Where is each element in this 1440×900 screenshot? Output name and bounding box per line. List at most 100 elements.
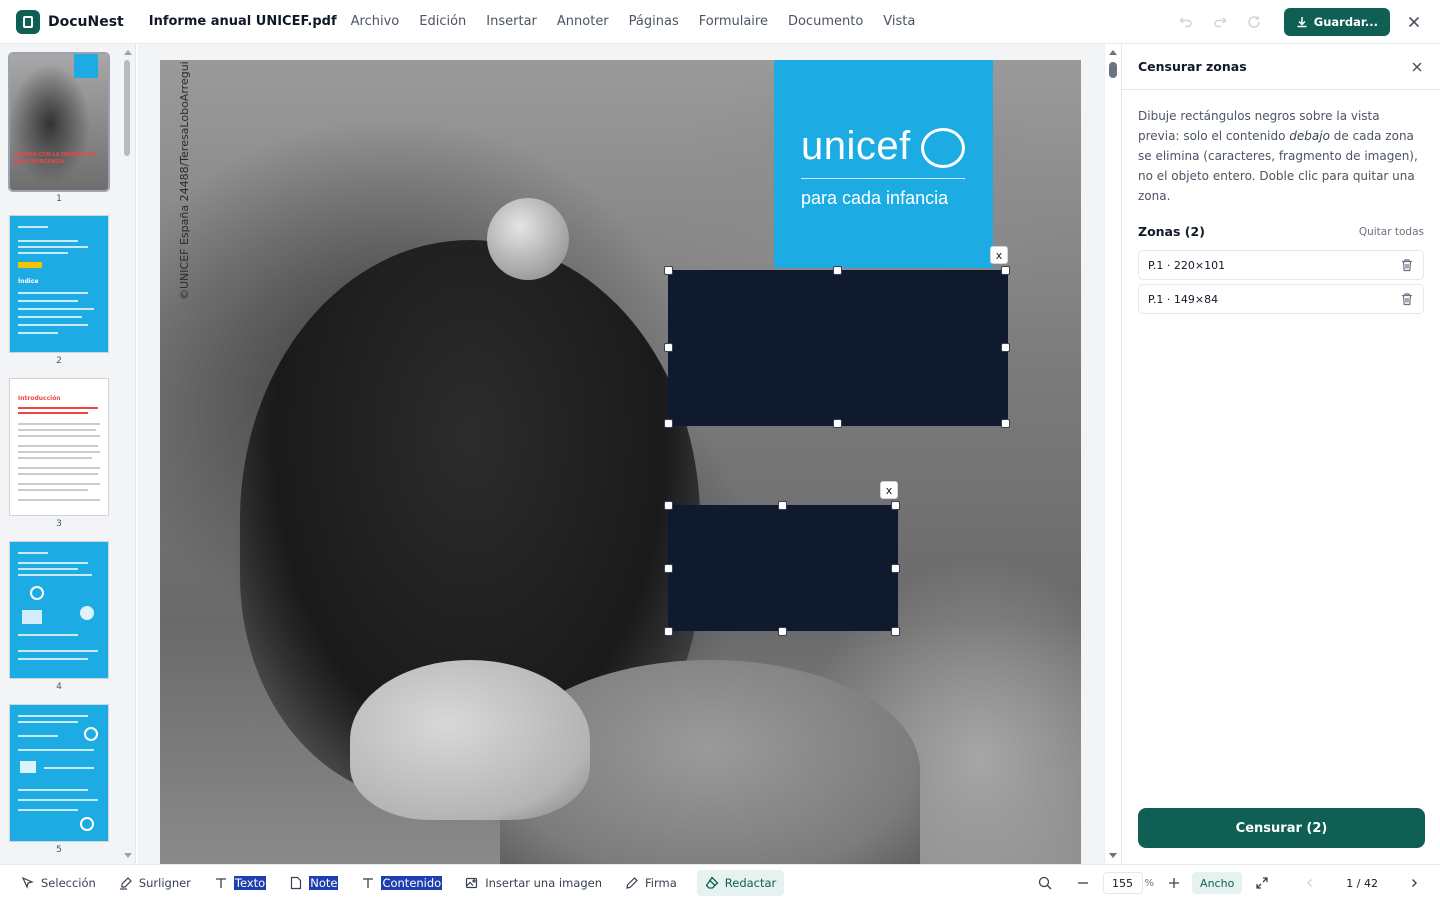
menu-insertar[interactable]: Insertar [486, 14, 537, 29]
menu-formulaire[interactable]: Formulaire [699, 14, 768, 29]
chevron-left-icon[interactable] [1302, 875, 1318, 891]
scrollbar-thumb[interactable] [124, 60, 130, 156]
censor-button[interactable]: Censurar (2) [1138, 808, 1425, 848]
resize-handle[interactable] [664, 501, 673, 510]
resize-handle[interactable] [891, 501, 900, 510]
document-icon [16, 9, 40, 34]
remove-all-link[interactable]: Quitar todas [1359, 226, 1424, 238]
resize-handle[interactable] [1001, 343, 1010, 352]
trash-icon[interactable] [1400, 292, 1414, 306]
close-icon[interactable] [1406, 14, 1422, 30]
zone-list-item[interactable]: P.1 · 149×84 [1138, 284, 1424, 314]
zoom-out-icon[interactable] [1075, 875, 1091, 891]
zone-list-item[interactable]: P.1 · 220×101 [1138, 250, 1424, 280]
menu-paginas[interactable]: Páginas [629, 14, 679, 29]
resize-handle[interactable] [664, 564, 673, 573]
scroll-down-icon[interactable] [1109, 853, 1117, 858]
page-indicator: 1 / 42 [1346, 876, 1378, 890]
resize-handle[interactable] [778, 627, 787, 636]
menu-edicion[interactable]: Edición [419, 14, 466, 29]
thumbnail-page-3[interactable]: Introducción 3 [10, 379, 108, 529]
chevron-right-icon[interactable] [1406, 875, 1422, 891]
thumbnail-number: 1 [56, 194, 62, 204]
thumbnail-page-4[interactable]: 4 [10, 542, 108, 692]
resize-handle[interactable] [891, 564, 900, 573]
eraser-icon [705, 875, 719, 889]
redo-icon[interactable] [1212, 14, 1228, 30]
redact-tool[interactable]: Redactar [696, 869, 785, 896]
thumbnail-page-2[interactable]: Índice 2 [10, 216, 108, 366]
thumbnail-page-1[interactable]: CONTAR CON LA INFANCIA ES UNA EMERGENCIA… [10, 54, 108, 204]
scroll-down-icon[interactable] [124, 853, 132, 858]
refresh-icon[interactable] [1246, 14, 1262, 30]
download-icon [1297, 17, 1307, 28]
thumb-cover-text: CONTAR CON LA INFANCIA ES UNA EMERGENCIA [14, 152, 97, 165]
zoom-in-icon[interactable] [1166, 875, 1182, 891]
expand-icon[interactable] [1254, 875, 1270, 891]
scroll-up-icon[interactable] [124, 50, 132, 55]
unicef-emblem-icon [921, 128, 965, 168]
thumb-heading: Índice [18, 278, 39, 285]
redaction-zone-1[interactable] [668, 270, 1008, 426]
thumbnail-number: 2 [56, 356, 62, 366]
text-tool[interactable]: Texto [211, 870, 269, 896]
thumbnail-scrollbar[interactable] [121, 44, 133, 864]
resize-handle[interactable] [833, 266, 842, 275]
zoom-controls: 155 % Ancho 1 / 42 [1037, 865, 1440, 900]
document-canvas[interactable]: ©UNICEF España 24488/TeresaLoboArregui u… [137, 44, 1120, 864]
resize-handle[interactable] [664, 627, 673, 636]
remove-zone-button[interactable]: x [990, 246, 1008, 264]
menu-documento[interactable]: Documento [788, 14, 863, 29]
tool-label: Firma [645, 875, 677, 890]
thumbnail-page-5[interactable]: 5 [10, 705, 108, 855]
close-icon[interactable] [1410, 60, 1424, 74]
selection-tool[interactable]: Selección [18, 870, 99, 896]
tool-label: Redactar [724, 875, 777, 890]
resize-handle[interactable] [664, 343, 673, 352]
resize-handle[interactable] [1001, 266, 1010, 275]
tool-label: Insertar una imagen [485, 875, 603, 890]
resize-handle[interactable] [833, 419, 842, 428]
top-bar: DocuNest Informe anual UNICEF.pdf Archiv… [0, 0, 1440, 44]
canvas-scrollbar[interactable] [1104, 44, 1120, 864]
insert-image-tool[interactable]: Insertar una imagen [462, 870, 605, 896]
menu-bar: Archivo Edición Insertar Annoter Páginas… [351, 14, 936, 29]
menu-vista[interactable]: Vista [883, 14, 915, 29]
tool-label: Texto [233, 875, 267, 890]
zones-header: Zonas (2) Quitar todas [1138, 224, 1424, 239]
scroll-up-icon[interactable] [1109, 50, 1117, 55]
note-tool[interactable]: Note [286, 870, 341, 896]
photo-credit: ©UNICEF España 24488/TeresaLoboArregui [178, 61, 191, 300]
thumbnail-sidebar: CONTAR CON LA INFANCIA ES UNA EMERGENCIA… [0, 44, 136, 864]
content-tool[interactable]: Contenido [358, 870, 445, 896]
pdf-page[interactable]: ©UNICEF España 24488/TeresaLoboArregui u… [160, 60, 1081, 864]
menu-archivo[interactable]: Archivo [351, 14, 400, 29]
remove-zone-button[interactable]: x [880, 481, 898, 499]
trash-icon[interactable] [1400, 258, 1414, 272]
menu-annoter[interactable]: Annoter [557, 14, 609, 29]
pen-icon [626, 876, 638, 889]
zone-list: P.1 · 220×101 P.1 · 149×84 [1138, 250, 1424, 314]
file-name: Informe anual UNICEF.pdf [148, 14, 337, 29]
highlighter-icon [119, 876, 132, 890]
resize-handle[interactable] [1001, 419, 1010, 428]
scrollbar-thumb[interactable] [1109, 62, 1117, 78]
zones-title: Zonas (2) [1138, 224, 1205, 239]
text-icon [363, 877, 374, 888]
fit-width-button[interactable]: Ancho [1192, 872, 1243, 894]
save-button[interactable]: Guardar... [1283, 8, 1390, 36]
zoom-input[interactable]: 155 [1102, 872, 1143, 894]
thumbnail-number: 3 [56, 519, 62, 529]
bottom-toolbar: Selección Surligner Texto Note Contenido… [0, 864, 1440, 900]
resize-handle[interactable] [778, 501, 787, 510]
resize-handle[interactable] [891, 627, 900, 636]
highlight-tool[interactable]: Surligner [116, 870, 194, 896]
signature-tool[interactable]: Firma [622, 870, 680, 896]
undo-icon[interactable] [1178, 14, 1194, 30]
unicef-wordmark: unicef [801, 124, 911, 168]
top-actions: Guardar... [1178, 0, 1440, 44]
redaction-zone-2[interactable] [668, 505, 898, 631]
resize-handle[interactable] [664, 419, 673, 428]
search-icon[interactable] [1037, 875, 1053, 891]
resize-handle[interactable] [664, 266, 673, 275]
